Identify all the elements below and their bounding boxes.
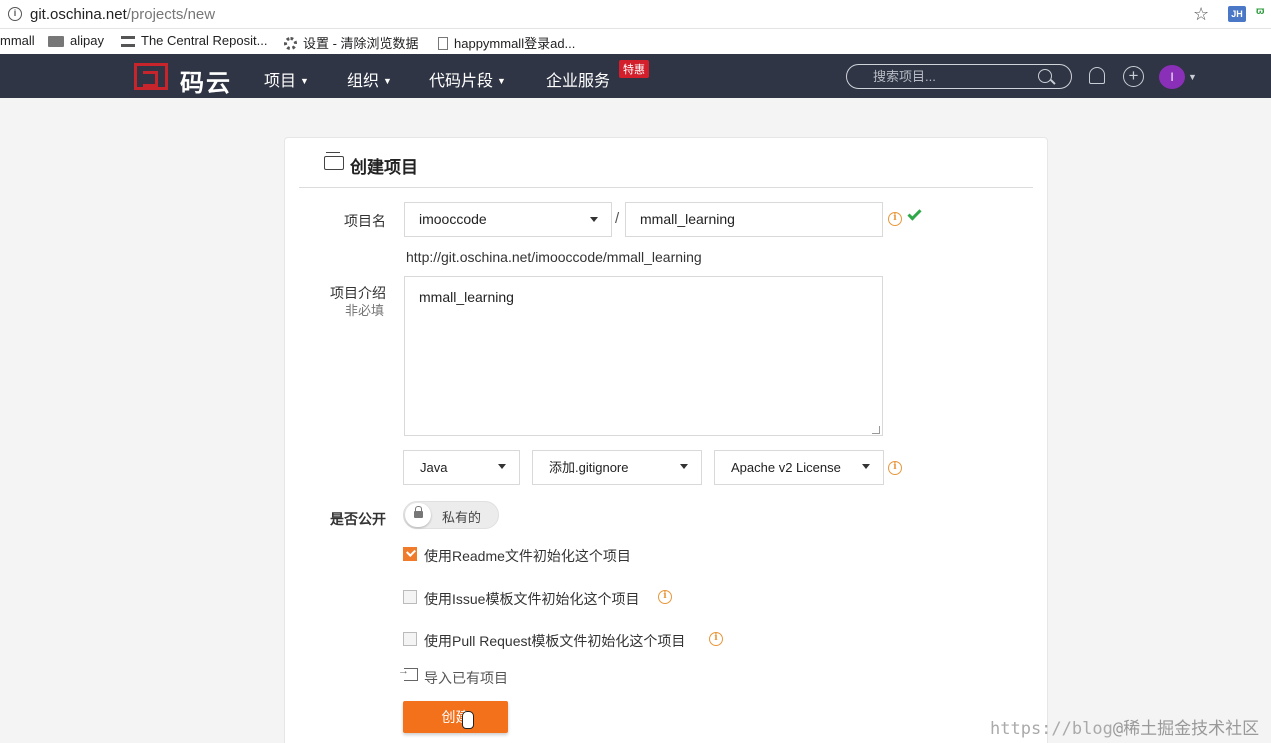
nav-label: 代码片段: [429, 73, 494, 90]
site-info-icon[interactable]: i: [8, 7, 22, 21]
chevron-down-icon: [680, 464, 688, 469]
pr-template-checkbox-label[interactable]: 使用Pull Request模板文件初始化这个项目: [424, 631, 685, 651]
license-value: Apache v2 License: [731, 460, 841, 475]
card-header: 创建项目: [299, 138, 1033, 188]
folder-icon: [48, 36, 64, 47]
import-icon[interactable]: [398, 665, 418, 681]
bookmark-alipay[interactable]: alipay: [48, 33, 104, 48]
info-icon[interactable]: i: [888, 461, 902, 475]
nav-label: 项目: [264, 73, 297, 90]
gitignore-value: 添加.gitignore: [549, 460, 629, 475]
nav-enterprise[interactable]: 企业服务: [546, 67, 610, 91]
hand-cursor-icon: [462, 711, 474, 729]
chevron-down-icon: [498, 464, 506, 469]
chevron-down-icon: [862, 464, 870, 469]
watermark: https://blog@稀土掘金技术社区: [990, 714, 1259, 739]
extension-icon[interactable]: ϖ: [1256, 6, 1271, 22]
chevron-down-icon[interactable]: ▼: [1188, 72, 1197, 82]
bookmark-label: mmall: [0, 33, 35, 48]
bookmark-settings[interactable]: 设置 - 清除浏览数据: [284, 33, 419, 52]
bookmarks-bar: mmall alipay The Central Reposit... 设置 -…: [0, 29, 1271, 54]
gitignore-select[interactable]: 添加.gitignore: [532, 450, 702, 485]
description-value: mmall_learning: [419, 289, 514, 305]
bookmark-mmall[interactable]: mmall: [0, 33, 35, 48]
project-name-label: 项目名: [344, 213, 386, 229]
nav-snippets[interactable]: 代码片段 ▼: [429, 67, 506, 91]
info-icon[interactable]: i: [658, 590, 672, 604]
nav-label: 企业服务: [546, 73, 611, 90]
nav-projects[interactable]: 项目 ▼: [264, 67, 309, 91]
extension-jh-icon[interactable]: JH: [1228, 6, 1246, 22]
url-text[interactable]: git.oschina.net/projects/new: [30, 6, 215, 23]
chevron-down-icon: [590, 217, 598, 222]
project-name-input[interactable]: mmall_learning: [625, 202, 883, 237]
readme-checkbox[interactable]: [403, 547, 417, 561]
language-value: Java: [420, 460, 448, 475]
project-url-preview: http://git.oschina.net/imooccode/mmall_l…: [406, 249, 702, 265]
chevron-down-icon: ▼: [300, 76, 309, 86]
resize-handle[interactable]: [872, 426, 880, 434]
page-title: 创建项目: [350, 158, 418, 177]
watermark-prefix: https://blog: [990, 719, 1113, 739]
project-name-value: mmall_learning: [640, 211, 735, 227]
optional-label: 非必填: [345, 303, 385, 318]
page-icon: [438, 37, 448, 50]
pr-template-checkbox[interactable]: [403, 632, 417, 646]
info-icon[interactable]: i: [709, 632, 723, 646]
bookmark-label: 设置 - 清除浏览数据: [303, 36, 419, 51]
info-icon[interactable]: i: [888, 212, 902, 226]
path-separator: /: [615, 210, 620, 227]
bookmark-star-icon[interactable]: ☆: [1193, 4, 1209, 25]
url-host: git.oschina.net: [30, 6, 127, 23]
promo-badge: 特惠: [619, 60, 649, 78]
logo-icon[interactable]: [134, 63, 168, 90]
owner-select[interactable]: imooccode: [404, 202, 612, 237]
gear-icon: [284, 37, 297, 50]
nav-label: 组织: [347, 73, 380, 90]
logo-text[interactable]: 码云: [180, 63, 232, 98]
description-textarea[interactable]: mmall_learning: [404, 276, 883, 436]
nav-organizations[interactable]: 组织 ▼: [347, 67, 392, 91]
create-button[interactable]: 创建: [403, 701, 508, 733]
owner-value: imooccode: [419, 211, 487, 227]
license-select[interactable]: Apache v2 License: [714, 450, 884, 485]
bookmark-label: The Central Reposit...: [141, 33, 268, 48]
search-icon[interactable]: [1038, 69, 1052, 83]
issue-template-checkbox[interactable]: [403, 590, 417, 604]
browser-address-bar[interactable]: i git.oschina.net/projects/new ☆ JH ϖ: [0, 0, 1271, 29]
issue-template-checkbox-label[interactable]: 使用Issue模板文件初始化这个项目: [424, 589, 639, 609]
readme-checkbox-label[interactable]: 使用Readme文件初始化这个项目: [424, 546, 631, 566]
import-existing-link[interactable]: 导入已有项目: [424, 668, 508, 688]
bookmark-label: alipay: [70, 33, 104, 48]
bookmark-central-repository[interactable]: The Central Reposit...: [121, 33, 267, 48]
bookmark-happymmall[interactable]: happymmall登录ad...: [438, 33, 575, 52]
visibility-label: 是否公开: [330, 511, 386, 527]
plus-icon[interactable]: +: [1123, 66, 1144, 87]
url-path: /projects/new: [126, 6, 216, 23]
lock-icon: [414, 506, 423, 518]
avatar[interactable]: I: [1159, 65, 1185, 89]
watermark-suffix: @稀土掘金技术社区: [1112, 719, 1260, 739]
site-navbar: 码云 项目▼ 组织▼ 代码片段▼ 企业服务 特惠 + I ▼: [0, 54, 1271, 98]
visibility-value: 私有的: [442, 510, 482, 525]
bell-icon[interactable]: [1089, 67, 1105, 84]
bookmark-label: happymmall登录ad...: [454, 36, 576, 51]
project-stack-icon: [324, 152, 344, 170]
chevron-down-icon: ▼: [497, 76, 506, 86]
list-icon: [121, 36, 135, 47]
chevron-down-icon: ▼: [383, 76, 392, 86]
